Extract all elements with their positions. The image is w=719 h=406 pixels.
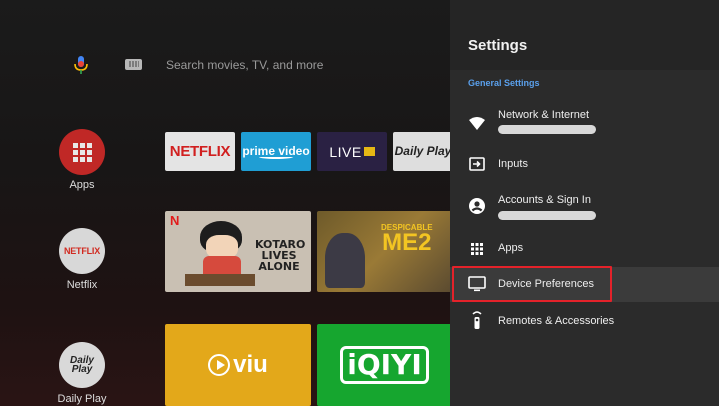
home-screen: Search movies, TV, and more Apps NETFLIX… [0, 0, 450, 406]
settings-header [450, 0, 719, 70]
network-value-placeholder [498, 125, 596, 134]
rail-netflix[interactable]: NETFLIX Netflix [58, 228, 106, 291]
keyboard-icon[interactable] [125, 59, 142, 70]
settings-item-remotes[interactable]: Remotes & Accessories [450, 309, 719, 335]
viu-logo: viu [233, 351, 268, 378]
app-tile-netflix[interactable]: NETFLIX [165, 132, 235, 171]
account-value-placeholder [498, 211, 596, 220]
kotaro-table [185, 274, 255, 286]
settings-item-label: Inputs [498, 158, 528, 170]
settings-item-inputs[interactable]: Inputs [450, 150, 719, 178]
settings-item-label: Network & Internet [498, 109, 590, 121]
input-icon [468, 155, 486, 173]
viu-play-icon [208, 354, 231, 376]
despicable-artwork [325, 233, 365, 288]
app-tile-viu[interactable]: viu [165, 324, 311, 406]
account-icon [468, 197, 486, 215]
microphone-icon[interactable] [73, 56, 89, 74]
settings-item-label: Remotes & Accessories [498, 315, 615, 327]
netflix-logo: NETFLIX [59, 228, 105, 274]
app-tile-iqiyi[interactable]: iQIYI [317, 324, 450, 406]
daily-play-logo: Daily Play [59, 342, 105, 388]
netflix-tile-logo: NETFLIX [169, 143, 231, 160]
rail-apps[interactable]: Apps [58, 129, 106, 191]
general-settings-label: General Settings [468, 78, 540, 88]
daily-play-tile-logo: Daily Play [394, 144, 450, 158]
settings-item-apps[interactable]: Apps [450, 236, 719, 262]
settings-item-label: Apps [498, 242, 524, 254]
settings-item-label: Accounts & Sign In [498, 194, 591, 206]
rail-label-apps: Apps [69, 179, 95, 191]
netflix-badge-icon: N [170, 213, 180, 228]
apps-grid-icon [59, 129, 105, 175]
despicable-title: DESPICABLE ME2 [381, 223, 433, 256]
wifi-icon [468, 114, 486, 132]
live-logo: LIVE [329, 143, 362, 160]
search-input[interactable]: Search movies, TV, and more [166, 58, 323, 72]
focus-highlight [452, 266, 612, 302]
rail-label-daily-play: Daily Play [57, 393, 107, 405]
rail-label-netflix: Netflix [66, 279, 98, 291]
content-tile-despicable-me-2[interactable]: DESPICABLE ME2 [317, 211, 450, 292]
settings-item-network[interactable]: Network & Internet [450, 104, 719, 144]
settings-title: Settings [468, 37, 528, 54]
rail-daily-play[interactable]: Daily Play Daily Play [58, 342, 106, 405]
kotaro-title: KOTARO LIVES ALONE [255, 238, 306, 273]
prime-smile-icon [259, 155, 293, 159]
content-tile-kotaro[interactable]: N KOTARO LIVES ALONE [165, 211, 311, 292]
app-tile-live[interactable]: LIVE [317, 132, 387, 171]
settings-item-accounts[interactable]: Accounts & Sign In [450, 189, 719, 229]
settings-panel: Settings General Settings Network & Inte… [450, 0, 719, 406]
apps-grid-icon [468, 240, 486, 258]
app-tile-prime-video[interactable]: prime video [241, 132, 311, 171]
iqiyi-logo: iQIYI [340, 346, 429, 384]
app-tile-daily-play[interactable]: Daily Play [393, 132, 450, 171]
live-play-icon [363, 147, 375, 156]
remote-icon [468, 311, 486, 329]
